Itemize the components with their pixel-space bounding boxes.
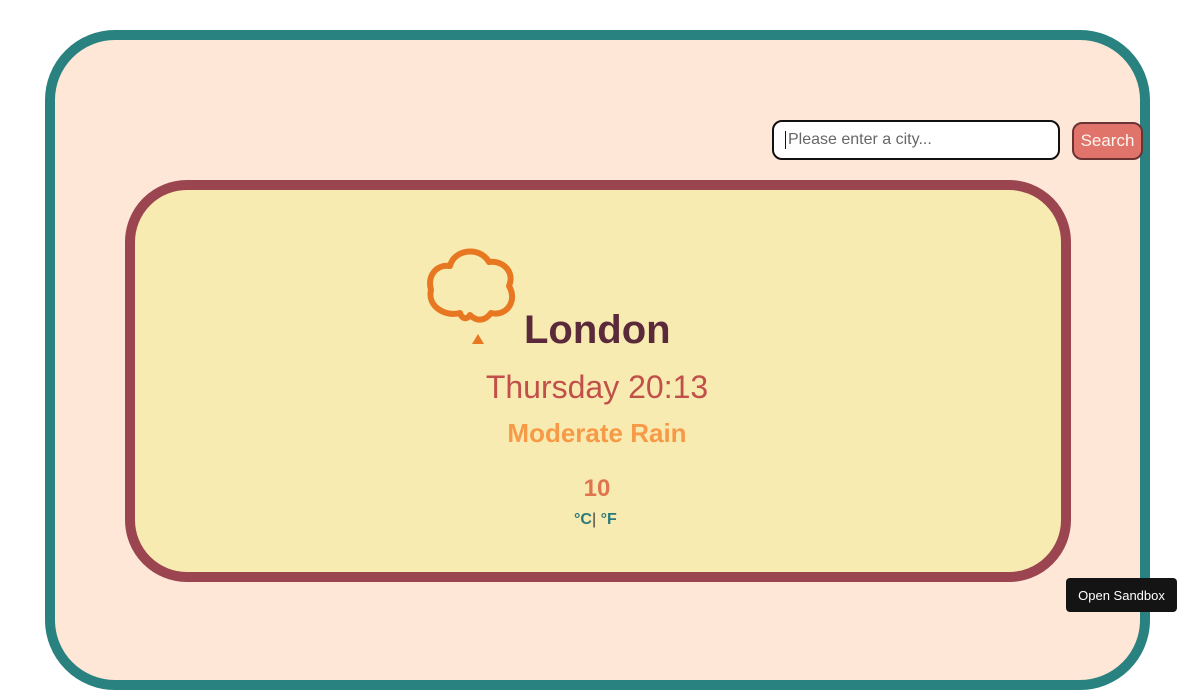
date-time: Thursday 20:13 (485, 369, 709, 405)
open-sandbox-button[interactable]: Open Sandbox (1066, 578, 1177, 612)
search-button[interactable]: Search (1072, 122, 1143, 160)
raindrop-icon (472, 334, 484, 344)
city-name: London (524, 308, 671, 352)
city-search-input[interactable] (772, 120, 1060, 160)
unit-separator: | (591, 511, 597, 528)
temperature-value: 10 (583, 475, 611, 502)
fahrenheit-link[interactable]: °F (601, 511, 617, 528)
text-caret (785, 131, 786, 149)
cloud-rain-icon (427, 248, 516, 344)
weather-condition: Moderate Rain (507, 418, 687, 448)
celsius-link[interactable]: °C (574, 511, 592, 528)
unit-toggle: °C| °F (574, 510, 617, 530)
